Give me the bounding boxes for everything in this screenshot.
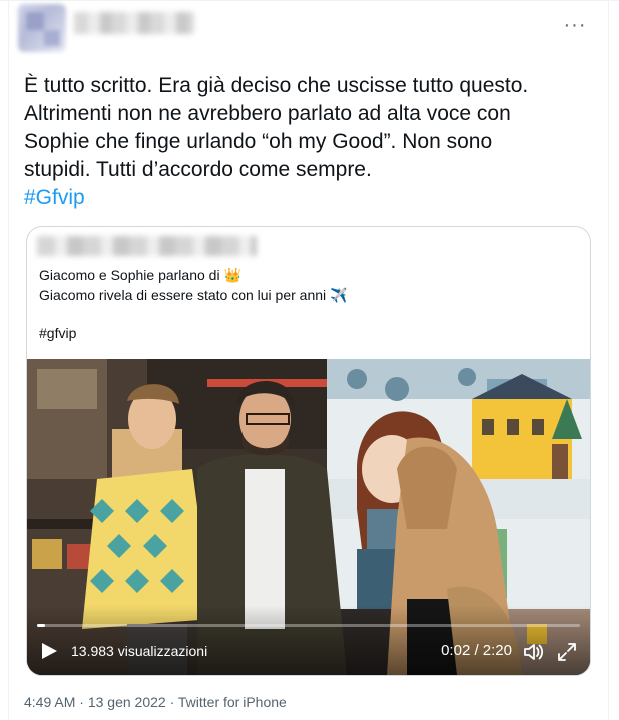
avatar[interactable] [18,4,66,52]
tweet-time[interactable]: 4:49 AM [24,694,75,710]
video-player[interactable]: 13.983 visualizzazioni 0:02 / 2:20 [27,359,590,675]
tweet-text: È tutto scritto. Era già deciso che usci… [24,72,594,212]
volume-icon [524,644,544,660]
play-icon [42,643,57,659]
tweet-line: stupidi. Tutti d’accordo come sempre. [24,158,372,181]
tweet-date[interactable]: 13 gen 2022 [88,694,166,710]
top-divider [0,0,619,1]
author-name-redacted[interactable] [74,12,194,34]
tweet-source[interactable]: Twitter for iPhone [178,694,287,710]
quoted-line-2: Giacomo rivela di essere stato con lui p… [39,287,348,303]
quoted-tweet-text: Giacomo e Sophie parlano di 👑 Giacomo ri… [39,265,579,343]
tweet-line: Altrimenti non ne avrebbero parlato ad a… [24,102,511,125]
volume-button[interactable] [522,641,544,663]
video-controls-overlay [27,605,590,675]
video-progress-fill [37,624,46,627]
play-button[interactable] [39,641,59,661]
quoted-hashtag: #gfvip [39,325,77,341]
fullscreen-icon [558,643,576,661]
tweet-header: ··· [18,4,598,60]
quoted-line-1: Giacomo e Sophie parlano di 👑 [39,267,241,283]
fullscreen-button[interactable] [556,641,578,663]
meta-separator: · [169,694,175,710]
hashtag-link[interactable]: #Gfvip [24,184,594,212]
tweet-line: Sophie che finge urlando “oh my Good”. N… [24,130,493,153]
right-border [608,0,609,720]
more-icon: ··· [563,13,587,36]
quoted-spacer [39,305,579,323]
left-border [8,0,9,720]
view-count: 13.983 visualizzazioni [71,643,208,659]
quoted-author-redacted [37,236,257,256]
video-progress-bar[interactable] [37,624,580,627]
meta-separator: · [79,694,84,710]
more-options-button[interactable]: ··· [560,10,590,40]
video-time: 0:02 / 2:20 [441,642,512,659]
tweet-metadata: 4:49 AM · 13 gen 2022 · Twitter for iPho… [24,692,287,712]
quoted-tweet[interactable]: Giacomo e Sophie parlano di 👑 Giacomo ri… [26,226,591,676]
tweet-line: È tutto scritto. Era già deciso che usci… [24,74,529,97]
